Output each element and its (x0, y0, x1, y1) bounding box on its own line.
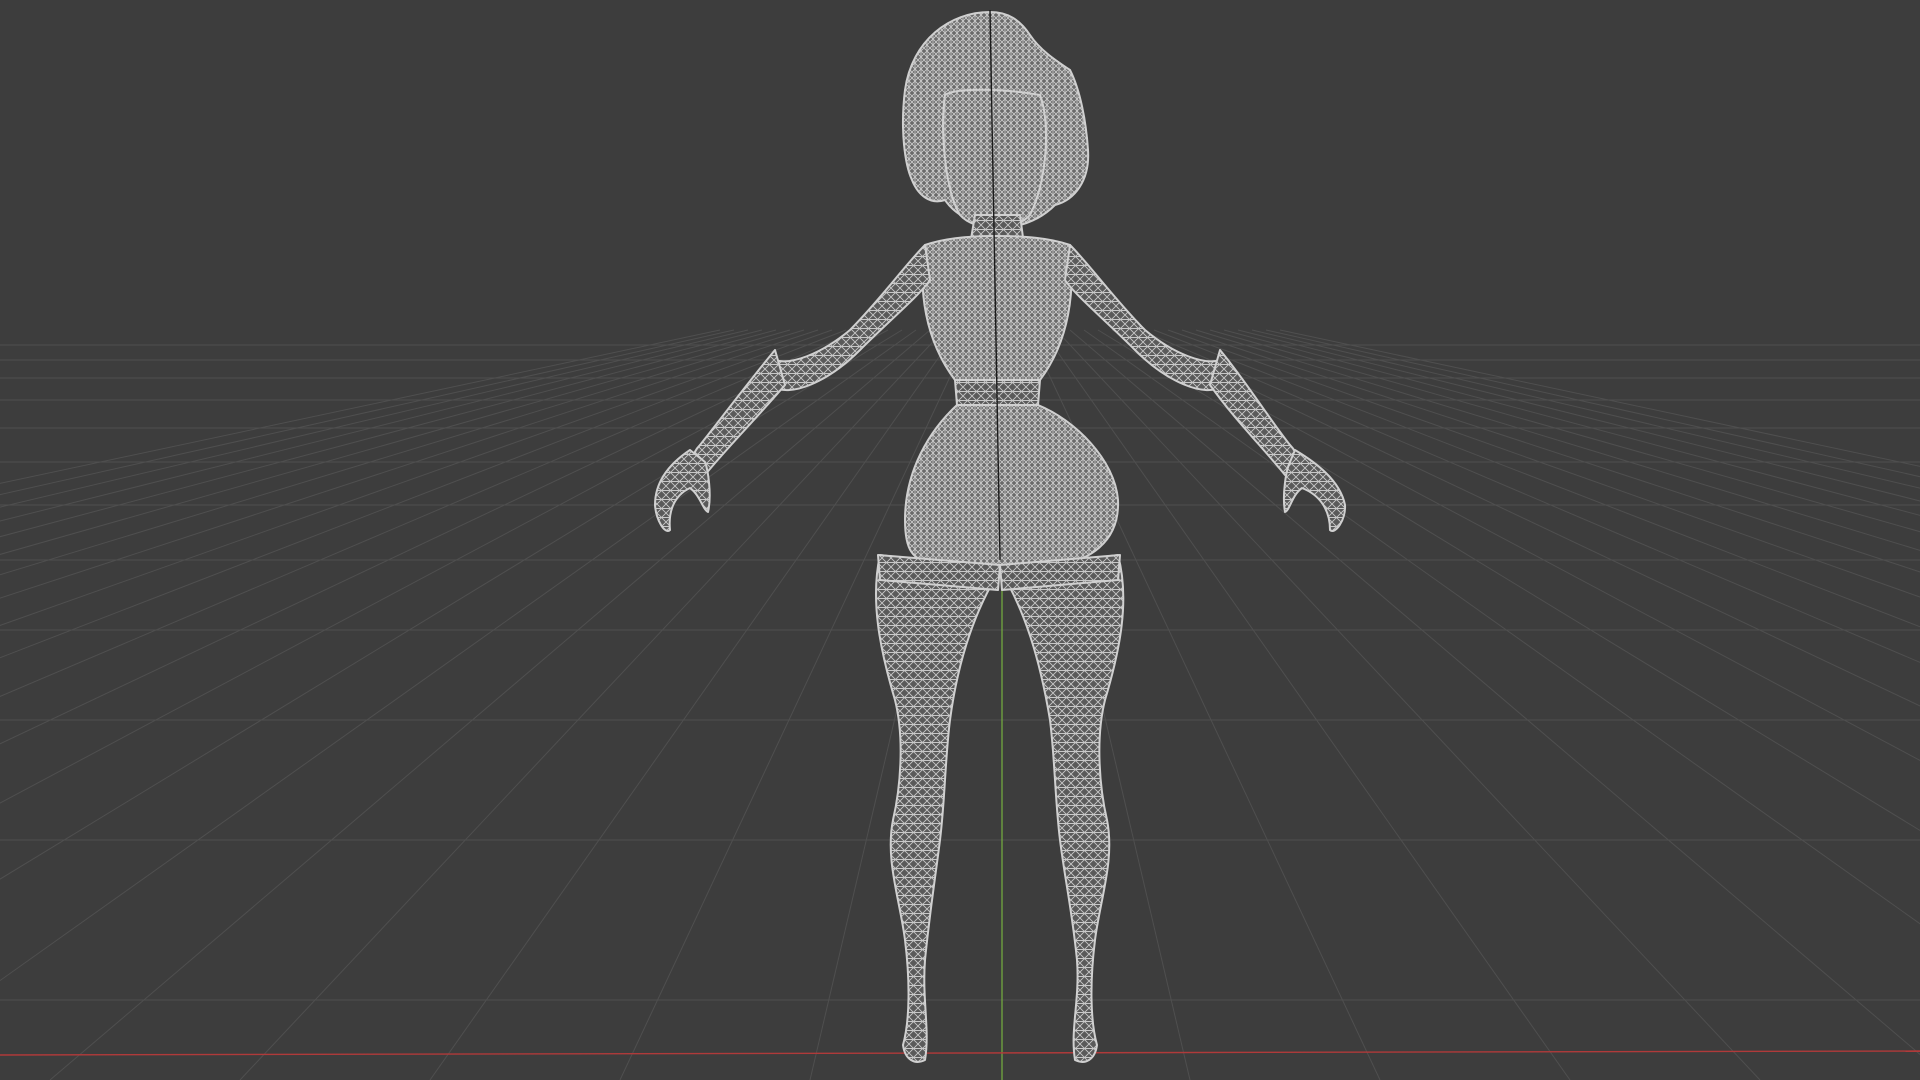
grid-line (1195, 329, 1920, 551)
mesh-right-leg (999, 554, 1125, 1063)
grid-line (0, 329, 805, 576)
grid-line (0, 329, 791, 555)
grid-line (1251, 329, 1920, 489)
grid-line (1055, 329, 1761, 1080)
grid-line (1111, 329, 1920, 761)
grid-line (239, 329, 945, 1080)
mesh-hips (904, 404, 1120, 566)
grid-line (0, 329, 721, 484)
grid-line (1097, 329, 1920, 831)
grid-line (1083, 329, 1920, 925)
x-axis-line (0, 1050, 1920, 1056)
mesh-torso (921, 235, 1073, 381)
viewport-scene (0, 9, 1920, 1080)
grid-line (0, 329, 875, 745)
grid-line (1041, 329, 1571, 1080)
grid-line (1069, 329, 1920, 1056)
3d-viewport[interactable] (0, 0, 1920, 1080)
grid-line (1125, 329, 1920, 707)
mesh-left-leg (875, 554, 1001, 1063)
grid-line (1279, 329, 1920, 467)
grid-line (0, 329, 763, 522)
grid-line (0, 329, 735, 496)
grid-line (0, 329, 889, 804)
grid-line (0, 329, 917, 982)
mesh-face (942, 88, 1047, 229)
mesh-left-arm (769, 244, 931, 391)
grid-line (49, 329, 931, 1080)
grid-line (0, 329, 819, 599)
grid-line (429, 329, 959, 1080)
mesh-right-arm (1064, 244, 1226, 391)
grid-line (0, 329, 903, 880)
